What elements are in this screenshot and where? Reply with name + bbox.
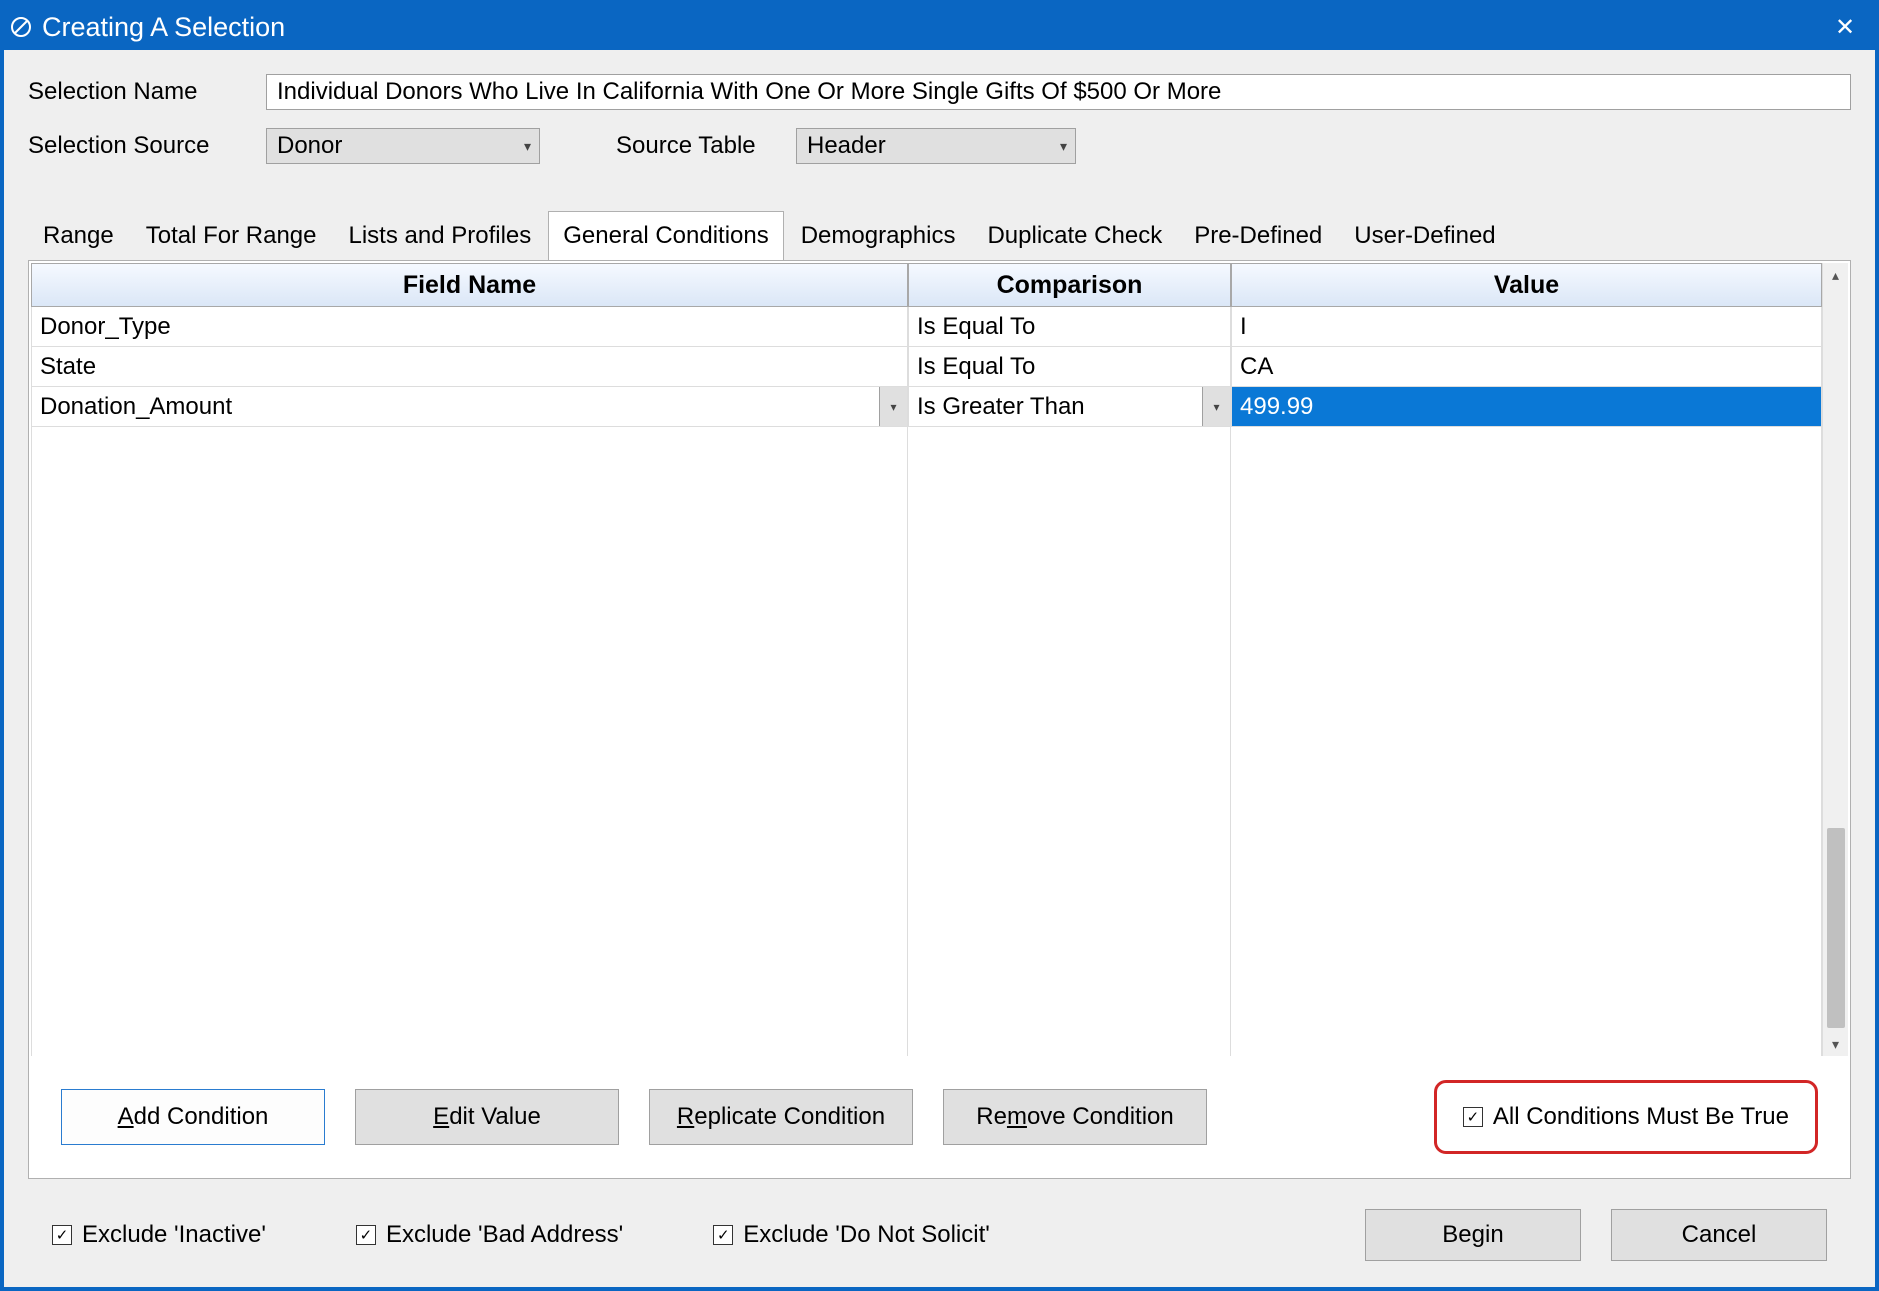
exclude-bad-address-label: Exclude 'Bad Address'	[386, 1221, 623, 1249]
chevron-down-icon: ▾	[524, 138, 531, 155]
conditions-table: Field Name Comparison Value Donor_Type I…	[31, 263, 1822, 1056]
table-header: Field Name Comparison Value	[31, 263, 1822, 307]
exclude-inactive[interactable]: ✓ Exclude 'Inactive'	[52, 1221, 266, 1249]
cell-comparison[interactable]: Is Equal To	[908, 307, 1231, 347]
check-icon: ✓	[1467, 1108, 1480, 1126]
content-area: Selection Name Selection Source Donor ▾ …	[4, 50, 1875, 1287]
begin-button[interactable]: Begin	[1365, 1209, 1581, 1261]
tab-panel: Field Name Comparison Value Donor_Type I…	[28, 260, 1851, 1179]
check-icon: ✓	[717, 1226, 730, 1244]
scroll-up-arrow[interactable]: ▴	[1832, 265, 1839, 285]
footer: ✓ Exclude 'Inactive' ✓ Exclude 'Bad Addr…	[28, 1179, 1851, 1271]
cell-value[interactable]: I	[1231, 307, 1822, 347]
condition-buttons: Add Condition Edit Value Replicate Condi…	[31, 1056, 1848, 1178]
table-empty-area	[31, 427, 1822, 1056]
tab-duplicate-check[interactable]: Duplicate Check	[972, 211, 1177, 261]
selection-source-value: Donor	[277, 132, 524, 160]
exclude-do-not-solicit[interactable]: ✓ Exclude 'Do Not Solicit'	[713, 1221, 990, 1249]
scroll-thumb[interactable]	[1827, 828, 1845, 1028]
source-table-dropdown[interactable]: Header ▾	[796, 128, 1076, 164]
col-comparison[interactable]: Comparison	[908, 263, 1231, 307]
tab-lists-and-profiles[interactable]: Lists and Profiles	[334, 211, 547, 261]
selection-name-label: Selection Name	[28, 78, 266, 106]
cell-value[interactable]: 499.99	[1231, 387, 1822, 427]
cell-value[interactable]: CA	[1231, 347, 1822, 387]
cell-field[interactable]: Donation_Amount ▾	[31, 387, 908, 427]
window: Creating A Selection ✕ Selection Name Se…	[0, 0, 1879, 1291]
all-conditions-label: All Conditions Must Be True	[1493, 1103, 1789, 1131]
close-icon: ✕	[1835, 13, 1855, 42]
exclude-inactive-label: Exclude 'Inactive'	[82, 1221, 266, 1249]
exclude-bad-address-checkbox[interactable]: ✓	[356, 1225, 376, 1245]
tab-user-defined[interactable]: User-Defined	[1339, 211, 1510, 261]
cell-comparison[interactable]: Is Equal To	[908, 347, 1231, 387]
app-icon	[10, 16, 32, 38]
field-dropdown-toggle[interactable]: ▾	[879, 387, 907, 426]
tabs: Range Total For Range Lists and Profiles…	[28, 210, 1851, 260]
add-condition-button[interactable]: Add Condition	[61, 1089, 325, 1145]
check-icon: ✓	[56, 1226, 69, 1244]
table-row[interactable]: Donation_Amount ▾ Is Greater Than ▾ 499.…	[31, 387, 1822, 427]
conditions-table-wrap: Field Name Comparison Value Donor_Type I…	[31, 263, 1848, 1056]
exclude-do-not-solicit-checkbox[interactable]: ✓	[713, 1225, 733, 1245]
remove-condition-button[interactable]: Remove Condition	[943, 1089, 1207, 1145]
check-icon: ✓	[360, 1226, 373, 1244]
cell-comparison[interactable]: Is Greater Than ▾	[908, 387, 1231, 427]
comparison-dropdown-toggle[interactable]: ▾	[1202, 387, 1230, 426]
close-button[interactable]: ✕	[1815, 4, 1875, 50]
source-table-value: Header	[807, 132, 1060, 160]
tab-range[interactable]: Range	[28, 211, 129, 261]
tab-pre-defined[interactable]: Pre-Defined	[1179, 211, 1337, 261]
exclude-bad-address[interactable]: ✓ Exclude 'Bad Address'	[356, 1221, 623, 1249]
exclude-inactive-checkbox[interactable]: ✓	[52, 1225, 72, 1245]
tab-demographics[interactable]: Demographics	[786, 211, 971, 261]
chevron-down-icon: ▾	[1060, 138, 1067, 155]
selection-source-label: Selection Source	[28, 132, 266, 160]
selection-source-dropdown[interactable]: Donor ▾	[266, 128, 540, 164]
tab-total-for-range[interactable]: Total For Range	[131, 211, 332, 261]
exclude-do-not-solicit-label: Exclude 'Do Not Solicit'	[743, 1221, 990, 1249]
chevron-down-icon: ▾	[890, 400, 896, 414]
cell-field[interactable]: Donor_Type	[31, 307, 908, 347]
tab-general-conditions[interactable]: General Conditions	[548, 211, 783, 261]
cancel-button[interactable]: Cancel	[1611, 1209, 1827, 1261]
col-value[interactable]: Value	[1231, 263, 1822, 307]
replicate-condition-button[interactable]: Replicate Condition	[649, 1089, 913, 1145]
edit-value-button[interactable]: Edit Value	[355, 1089, 619, 1145]
scroll-down-arrow[interactable]: ▾	[1832, 1034, 1839, 1054]
vertical-scrollbar[interactable]: ▴ ▾	[1822, 263, 1848, 1056]
selection-name-row: Selection Name	[28, 74, 1851, 110]
selection-source-row: Selection Source Donor ▾ Source Table He…	[28, 128, 1851, 164]
cell-field[interactable]: State	[31, 347, 908, 387]
titlebar: Creating A Selection ✕	[4, 4, 1875, 50]
all-conditions-checkbox[interactable]: ✓	[1463, 1107, 1483, 1127]
selection-name-input[interactable]	[266, 74, 1851, 110]
table-row[interactable]: State Is Equal To CA	[31, 347, 1822, 387]
window-title: Creating A Selection	[42, 12, 285, 43]
chevron-down-icon: ▾	[1213, 400, 1219, 414]
col-field-name[interactable]: Field Name	[31, 263, 908, 307]
source-table-label: Source Table	[616, 132, 796, 160]
all-conditions-highlight: ✓ All Conditions Must Be True	[1434, 1080, 1818, 1154]
table-row[interactable]: Donor_Type Is Equal To I	[31, 307, 1822, 347]
